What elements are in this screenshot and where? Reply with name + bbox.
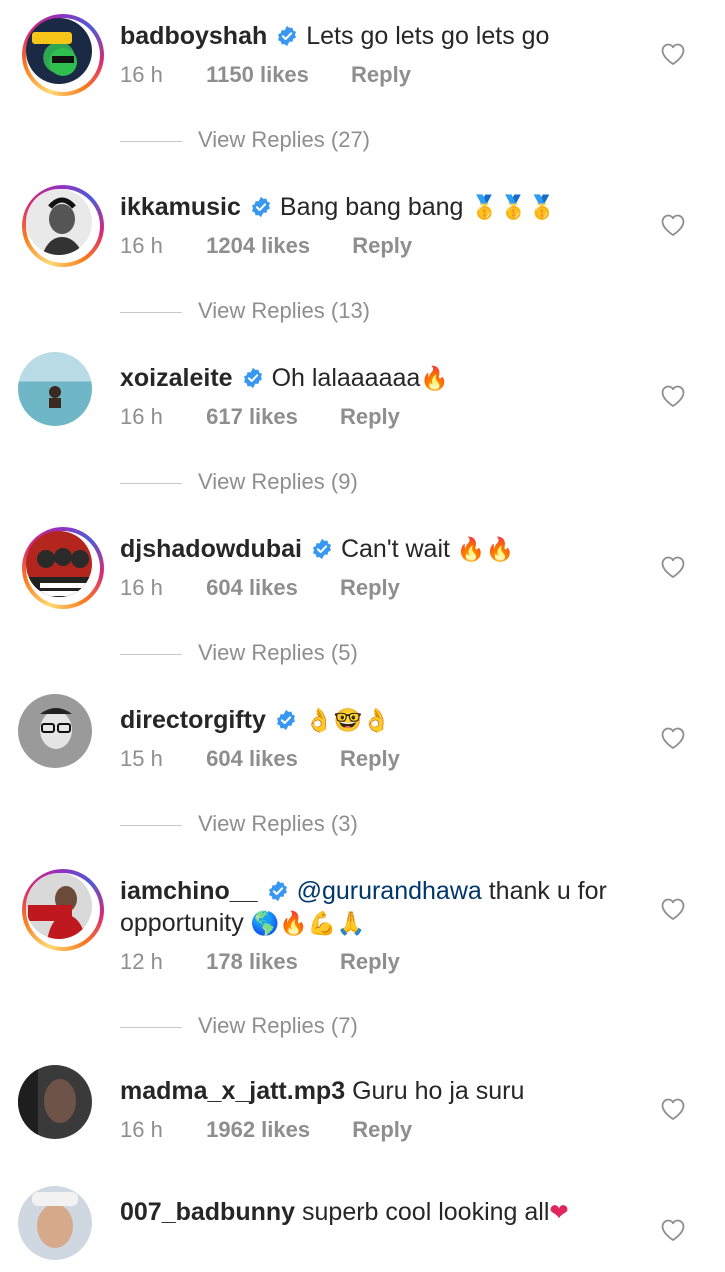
heart-outline-icon[interactable] (660, 213, 686, 237)
replies-divider (120, 824, 182, 826)
heart-outline-icon[interactable] (660, 1097, 686, 1121)
timestamp: 16 h (120, 62, 163, 87)
avatar (26, 873, 92, 939)
likes-count[interactable]: 617 likes (206, 404, 298, 430)
replies-divider (120, 1026, 182, 1028)
avatar-frame[interactable] (18, 1186, 104, 1272)
comment-text: Guru ho ja suru (352, 1077, 525, 1105)
timestamp: 16 h (120, 404, 163, 429)
comment-text: Bang bang bang (279, 193, 464, 221)
comment-text: Can't wait (340, 535, 450, 563)
reply-button[interactable]: Reply (340, 746, 400, 772)
username[interactable]: directorgifty (120, 706, 266, 734)
replies-divider (120, 482, 182, 484)
username[interactable]: 007_badbunny (120, 1198, 295, 1226)
reply-button[interactable]: Reply (340, 949, 400, 975)
avatar (26, 189, 92, 255)
likes-count[interactable]: 178 likes (206, 949, 298, 975)
comment-text: Oh lalaaaaaa (271, 364, 421, 392)
reply-button[interactable]: Reply (340, 575, 400, 601)
replies-divider (120, 311, 182, 313)
verified-badge-icon (311, 538, 333, 560)
avatar-frame[interactable] (18, 1065, 104, 1151)
reply-button[interactable]: Reply (340, 404, 400, 430)
verified-badge-icon (250, 196, 272, 218)
avatar (26, 531, 92, 597)
heart-outline-icon[interactable] (660, 555, 686, 579)
timestamp: 15 h (120, 746, 163, 771)
globe-fire-emoji: 🌎🔥💪🙏 (250, 911, 366, 937)
username[interactable]: djshadowdubai (120, 535, 302, 563)
likes-count[interactable]: 1962 likes (206, 1117, 310, 1143)
username[interactable]: madma_x_jatt.mp3 (120, 1077, 345, 1105)
story-ring[interactable] (22, 14, 104, 96)
comment-text: superb cool looking all (302, 1198, 550, 1226)
timestamp: 16 h (120, 233, 163, 258)
username[interactable]: ikkamusic (120, 193, 241, 221)
avatar (18, 1186, 92, 1260)
medal-emoji: 🥇🥇🥇 (470, 195, 557, 221)
heart-outline-icon[interactable] (660, 384, 686, 408)
avatar (18, 694, 92, 768)
timestamp: 16 h (120, 575, 163, 600)
username[interactable]: iamchino__ (120, 877, 258, 905)
heart-outline-icon[interactable] (660, 42, 686, 66)
fire-emoji: 🔥🔥 (456, 537, 515, 563)
avatar (18, 352, 92, 426)
red-heart-emoji: ❤ (549, 1200, 569, 1226)
likes-count[interactable]: 1204 likes (206, 233, 310, 259)
verified-badge-icon (267, 880, 289, 902)
ok-nerd-emoji: 👌🤓👌 (304, 708, 391, 734)
replies-divider (120, 653, 182, 655)
heart-outline-icon[interactable] (660, 726, 686, 750)
timestamp: 12 h (120, 949, 163, 974)
verified-badge-icon (242, 367, 264, 389)
view-replies-button[interactable]: View Replies (3) (120, 811, 358, 837)
reply-button[interactable]: Reply (352, 233, 412, 259)
verified-badge-icon (275, 709, 297, 731)
story-ring[interactable] (22, 869, 104, 951)
story-ring[interactable] (22, 527, 104, 609)
heart-outline-icon[interactable] (660, 1218, 686, 1242)
mention-link[interactable]: @gururandhawa (297, 877, 482, 905)
timestamp: 16 h (120, 1117, 163, 1142)
reply-button[interactable]: Reply (351, 62, 411, 88)
username[interactable]: badboyshah (120, 22, 267, 50)
avatar (26, 18, 92, 84)
fire-emoji: 🔥 (420, 366, 449, 392)
likes-count[interactable]: 604 likes (206, 746, 298, 772)
avatar-frame[interactable] (18, 694, 104, 780)
view-replies-button[interactable]: View Replies (9) (120, 469, 358, 495)
story-ring[interactable] (22, 185, 104, 267)
likes-count[interactable]: 604 likes (206, 575, 298, 601)
view-replies-button[interactable]: View Replies (7) (120, 1013, 358, 1039)
avatar (18, 1065, 92, 1139)
verified-badge-icon (276, 25, 298, 47)
username[interactable]: xoizaleite (120, 364, 233, 392)
replies-divider (120, 140, 182, 142)
view-replies-button[interactable]: View Replies (27) (120, 127, 370, 153)
avatar-frame[interactable] (18, 352, 104, 438)
heart-outline-icon[interactable] (660, 897, 686, 921)
view-replies-button[interactable]: View Replies (5) (120, 640, 358, 666)
reply-button[interactable]: Reply (352, 1117, 412, 1143)
view-replies-button[interactable]: View Replies (13) (120, 298, 370, 324)
likes-count[interactable]: 1150 likes (206, 62, 309, 88)
comment-text: Lets go lets go lets go (306, 22, 550, 50)
